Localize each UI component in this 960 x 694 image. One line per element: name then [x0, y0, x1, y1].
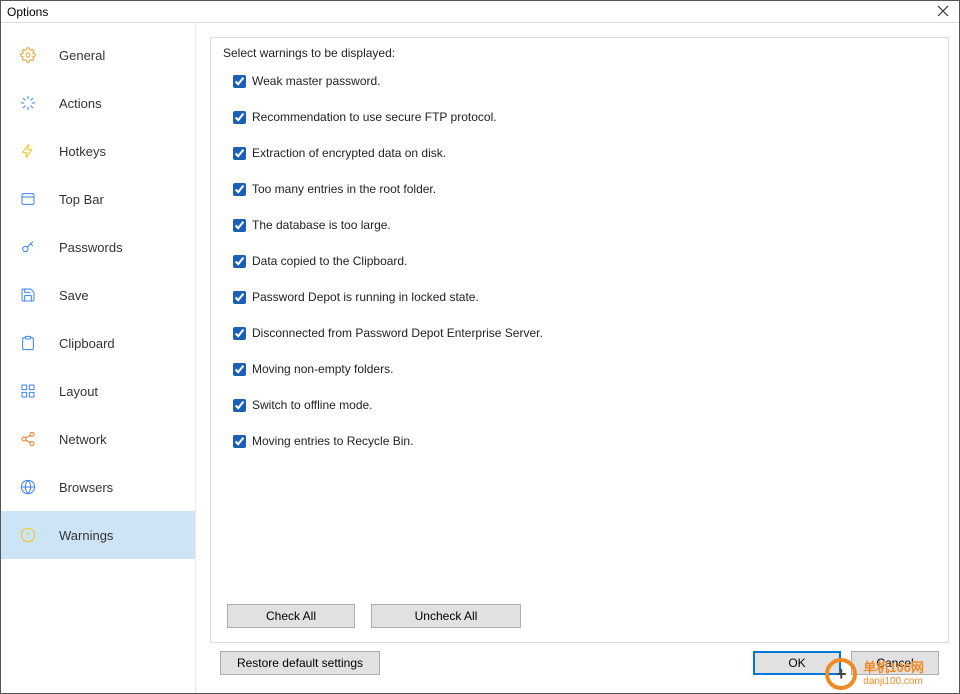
warning-label: Moving entries to Recycle Bin.: [252, 434, 413, 448]
warning-row[interactable]: The database is too large.: [233, 218, 936, 232]
sidebar-item-label: General: [59, 48, 105, 63]
cancel-button[interactable]: Cancel: [851, 651, 939, 675]
warning-checkbox[interactable]: [233, 327, 246, 340]
warning-row[interactable]: Extraction of encrypted data on disk.: [233, 146, 936, 160]
clipboard-icon: [19, 334, 37, 352]
sidebar-item-actions[interactable]: Actions: [1, 79, 195, 127]
sidebar-item-passwords[interactable]: Passwords: [1, 223, 195, 271]
warning-row[interactable]: Moving entries to Recycle Bin.: [233, 434, 936, 448]
warning-row[interactable]: Moving non-empty folders.: [233, 362, 936, 376]
window-title: Options: [7, 5, 48, 19]
warning-checkbox[interactable]: [233, 435, 246, 448]
warning-row[interactable]: Recommendation to use secure FTP protoco…: [233, 110, 936, 124]
titlebar: Options: [1, 1, 959, 23]
warning-checkbox[interactable]: [233, 363, 246, 376]
warning-label: Data copied to the Clipboard.: [252, 254, 407, 268]
warning-checkbox[interactable]: [233, 291, 246, 304]
sidebar-item-warnings[interactable]: Warnings: [1, 511, 195, 559]
sidebar-item-browsers[interactable]: Browsers: [1, 463, 195, 511]
warning-checkbox[interactable]: [233, 255, 246, 268]
content-area: Select warnings to be displayed: Weak ma…: [196, 23, 959, 693]
warning-icon: [19, 526, 37, 544]
warnings-list: Weak master password. Recommendation to u…: [223, 74, 936, 470]
warning-row[interactable]: Too many entries in the root folder.: [233, 182, 936, 196]
sidebar-item-clipboard[interactable]: Clipboard: [1, 319, 195, 367]
key-icon: [19, 238, 37, 256]
sidebar-item-layout[interactable]: Layout: [1, 367, 195, 415]
panel-heading: Select warnings to be displayed:: [223, 46, 936, 60]
globe-icon: [19, 478, 37, 496]
warning-row[interactable]: Password Depot is running in locked stat…: [233, 290, 936, 304]
sidebar-item-label: Passwords: [59, 240, 123, 255]
ok-button[interactable]: OK: [753, 651, 841, 675]
warning-checkbox[interactable]: [233, 75, 246, 88]
share-icon: [19, 430, 37, 448]
warning-row[interactable]: Disconnected from Password Depot Enterpr…: [233, 326, 936, 340]
sidebar: General Actions Hotkeys Top Bar Passwords Sav…: [1, 23, 196, 693]
warning-checkbox[interactable]: [233, 147, 246, 160]
gear-icon: [19, 46, 37, 64]
bolt-icon: [19, 142, 37, 160]
warning-label: Switch to offline mode.: [252, 398, 373, 412]
warning-label: Password Depot is running in locked stat…: [252, 290, 479, 304]
restore-defaults-button[interactable]: Restore default settings: [220, 651, 380, 675]
sidebar-item-label: Save: [59, 288, 89, 303]
warning-label: Recommendation to use secure FTP protoco…: [252, 110, 497, 124]
warning-checkbox[interactable]: [233, 183, 246, 196]
warning-label: Moving non-empty folders.: [252, 362, 393, 376]
sparkle-icon: [19, 94, 37, 112]
warning-label: Extraction of encrypted data on disk.: [252, 146, 446, 160]
sidebar-item-label: Hotkeys: [59, 144, 106, 159]
uncheck-all-button[interactable]: Uncheck All: [371, 604, 521, 628]
sidebar-item-label: Network: [59, 432, 107, 447]
warning-checkbox[interactable]: [233, 399, 246, 412]
sidebar-item-label: Clipboard: [59, 336, 115, 351]
grid-icon: [19, 382, 37, 400]
sidebar-item-label: Actions: [59, 96, 102, 111]
warnings-panel: Select warnings to be displayed: Weak ma…: [210, 37, 949, 643]
sidebar-item-general[interactable]: General: [1, 31, 195, 79]
options-window: Options General Actions Hotkeys Top Bar Pass…: [0, 0, 960, 694]
sidebar-item-label: Browsers: [59, 480, 113, 495]
sidebar-item-save[interactable]: Save: [1, 271, 195, 319]
sidebar-item-top-bar[interactable]: Top Bar: [1, 175, 195, 223]
warning-checkbox[interactable]: [233, 111, 246, 124]
sidebar-item-label: Layout: [59, 384, 98, 399]
sidebar-item-network[interactable]: Network: [1, 415, 195, 463]
check-all-button[interactable]: Check All: [227, 604, 355, 628]
warning-row[interactable]: Weak master password.: [233, 74, 936, 88]
warning-label: Too many entries in the root folder.: [252, 182, 436, 196]
close-icon[interactable]: [933, 5, 953, 19]
warning-label: Disconnected from Password Depot Enterpr…: [252, 326, 543, 340]
sidebar-item-label: Warnings: [59, 528, 113, 543]
sidebar-item-hotkeys[interactable]: Hotkeys: [1, 127, 195, 175]
warning-checkbox[interactable]: [233, 219, 246, 232]
warning-label: Weak master password.: [252, 74, 381, 88]
topbar-icon: [19, 190, 37, 208]
footer: Restore default settings OK Cancel: [210, 643, 949, 683]
warning-label: The database is too large.: [252, 218, 391, 232]
warning-row[interactable]: Data copied to the Clipboard.: [233, 254, 936, 268]
warning-row[interactable]: Switch to offline mode.: [233, 398, 936, 412]
save-icon: [19, 286, 37, 304]
sidebar-item-label: Top Bar: [59, 192, 104, 207]
